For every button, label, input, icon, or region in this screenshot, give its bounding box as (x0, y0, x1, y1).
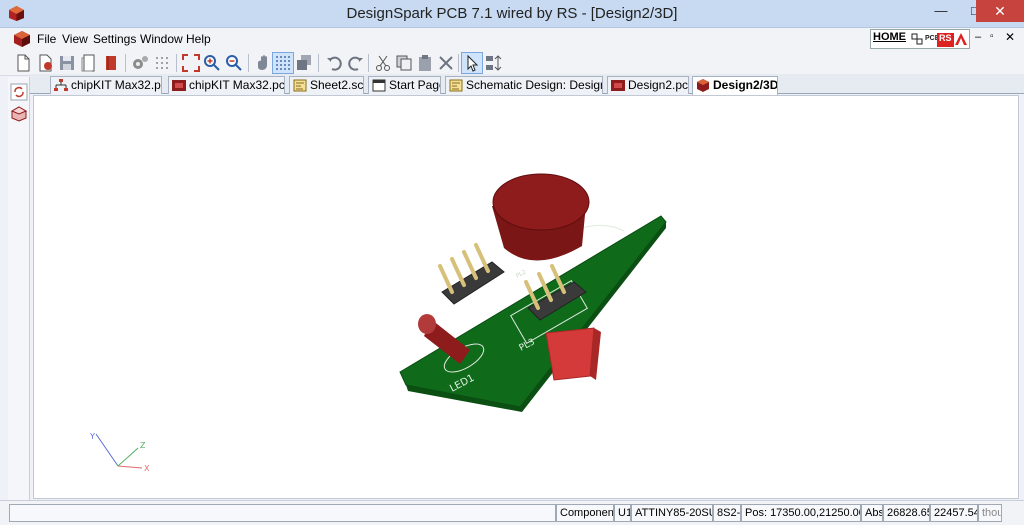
document-cube-icon[interactable] (13, 30, 31, 48)
toolbar-separator (458, 54, 459, 72)
tab-design2-pcb[interactable]: Design2.pcb (607, 76, 689, 94)
side-panel (8, 77, 30, 502)
cube-view-icon[interactable] (10, 105, 28, 123)
axis-y-label: Y (89, 432, 95, 441)
network-icon[interactable] (911, 33, 923, 45)
home-button[interactable]: HOME (873, 31, 906, 43)
tab-schematic-design1[interactable]: Schematic Design: Design1 (445, 76, 603, 94)
tab-label: Schematic Design: Design1 (466, 78, 603, 92)
status-type: Component (556, 504, 614, 522)
3d-viewport[interactable]: LED1 PL3 PL2 Y X Z (33, 95, 1019, 499)
refresh-icon[interactable] (10, 83, 28, 101)
menu-window[interactable]: Window (140, 32, 183, 46)
pan-hand-icon[interactable] (253, 53, 273, 73)
status-bar: Component U1 ATTINY85-20SU 8S2-L Pos: 17… (0, 500, 1024, 525)
toolbar-separator (176, 54, 177, 72)
status-position: Pos: 17350.00,21250.00 (741, 504, 861, 522)
rs-toolbar: HOME PCB RS (870, 29, 970, 49)
menu-settings-label: Settings (93, 32, 137, 46)
tab-start-page[interactable]: Start Page (368, 76, 441, 94)
tab-chipkit-prj[interactable]: chipKIT Max32.prj (50, 76, 162, 94)
grid-dots-icon[interactable] (152, 53, 172, 73)
rs-badge[interactable]: RS (937, 33, 954, 47)
schematic-icon (293, 79, 307, 92)
pcb-icon (611, 80, 625, 91)
menu-window-label: Window (140, 32, 183, 46)
status-units[interactable]: thou (978, 504, 1002, 522)
menu-help[interactable]: Help (186, 32, 211, 46)
tab-sheet2-sch[interactable]: Sheet2.sch (289, 76, 364, 94)
status-abs-x: 26828.65 (883, 504, 930, 522)
board-label-pl2: PL2 (515, 268, 528, 279)
zoom-out-icon[interactable] (224, 53, 244, 73)
new-file-icon[interactable] (13, 53, 33, 73)
status-abs: Abs (861, 504, 883, 522)
tab-label: chipKIT Max32.prj (71, 78, 162, 92)
menu-settings[interactable]: Settings (93, 32, 136, 46)
toolbar-separator (248, 54, 249, 72)
close-button[interactable]: ✕ (976, 0, 1024, 22)
status-abs-y: 22457.54 (930, 504, 978, 522)
library-book-icon[interactable] (101, 53, 121, 73)
paste-icon[interactable] (415, 53, 435, 73)
mdi-minimize-button[interactable]: – (975, 31, 981, 43)
save-icon[interactable] (57, 53, 77, 73)
tab-label: Design2/3D (713, 78, 778, 92)
led-cap (418, 314, 436, 334)
cube-3d-icon (697, 79, 709, 92)
redo-icon[interactable] (346, 53, 366, 73)
tab-label: Design2.pcb (628, 78, 689, 92)
gears-icon[interactable] (130, 53, 150, 73)
menu-file-label: File (37, 32, 57, 46)
window-title: DesignSpark PCB 7.1 wired by RS - [Desig… (346, 5, 678, 22)
toolbar-separator (318, 54, 319, 72)
tab-label: chipKIT Max32.pcb (189, 78, 285, 92)
title-bar: DesignSpark PCB 7.1 wired by RS - [Desig… (0, 0, 1024, 28)
status-ref: U1 (614, 504, 631, 522)
status-package: 8S2-L (713, 504, 741, 522)
delete-cross-icon[interactable] (436, 53, 456, 73)
tab-design2-3d[interactable]: Design2/3D (692, 76, 778, 95)
start-page-icon (372, 79, 386, 92)
select-pointer-icon[interactable] (461, 52, 483, 74)
print-preview-icon[interactable] (79, 53, 99, 73)
cut-scissors-icon[interactable] (373, 53, 393, 73)
open-file-icon[interactable] (35, 53, 55, 73)
status-message (9, 504, 556, 522)
tab-chipkit-pcb[interactable]: chipKIT Max32.pcb (168, 76, 285, 94)
mdi-restore-button[interactable]: ▫ (990, 31, 994, 42)
status-part: ATTINY85-20SU (631, 504, 713, 522)
axis-gizmo: Y X Z (89, 432, 150, 473)
menu-bar: File View Settings Window Help HOME PCB … (0, 28, 1024, 50)
grid-toggle-icon[interactable] (272, 52, 294, 74)
toolbar-separator (368, 54, 369, 72)
main-toolbar (0, 50, 1024, 76)
menu-view-label: View (62, 32, 88, 46)
tab-label: Sheet2.sch (310, 78, 364, 92)
mdi-close-button[interactable]: ✕ (1005, 30, 1015, 44)
tab-label: Start Page (389, 78, 441, 92)
menu-help-label: Help (186, 32, 211, 46)
menu-view[interactable]: View (62, 32, 88, 46)
axis-x-label: X (144, 464, 150, 473)
axis-z-label: Z (140, 441, 146, 450)
schematic-icon (449, 79, 463, 92)
zoom-extents-icon[interactable] (181, 53, 201, 73)
pcb-icon (172, 80, 186, 91)
layers-icon[interactable] (294, 53, 314, 73)
document-tab-strip: chipKIT Max32.prj chipKIT Max32.pcb Shee… (30, 74, 1024, 95)
buzzer-top[interactable] (492, 173, 590, 231)
ai-logo-icon[interactable] (955, 32, 968, 46)
undo-icon[interactable] (324, 53, 344, 73)
menu-file[interactable]: File (37, 32, 56, 46)
zoom-in-icon[interactable] (202, 53, 222, 73)
toolbar-separator (125, 54, 126, 72)
pcb-3d-scene[interactable]: LED1 PL3 PL2 Y X Z (34, 96, 1020, 500)
connector-block[interactable] (545, 327, 595, 381)
copy-icon[interactable] (394, 53, 414, 73)
align-components-icon[interactable] (484, 53, 504, 73)
project-tree-icon (54, 79, 68, 91)
minimize-button[interactable]: — (924, 0, 958, 22)
